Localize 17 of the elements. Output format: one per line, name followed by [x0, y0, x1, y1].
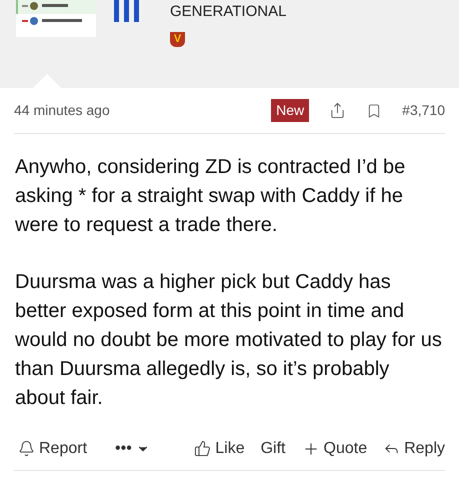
post-number-link[interactable]: #3,710 [402, 100, 445, 121]
more-menu-button[interactable]: ••• [115, 436, 150, 460]
report-button[interactable]: Report [18, 436, 88, 460]
post-paragraph: Duursma was a higher pick but Caddy has better exposed form at this point in time and would no doubt be more motivated to play for us than Duursma allegedly is, so it’s probably about fair. [15, 270, 443, 411]
post-time: 44 minutes ago [14, 101, 111, 120]
new-label: New [271, 99, 310, 122]
user-title: GENERATIONAL [170, 2, 286, 22]
gift-button[interactable]: Gift [260, 436, 286, 460]
rank-badge: V [170, 32, 185, 46]
reply-button[interactable]: Reply [383, 436, 445, 460]
post-paragraph: Anywho, considering ZD is contracted I’d be asking * for a straight swap with Caddy if he were to request a trade there. [15, 155, 406, 238]
share-button[interactable] [329, 102, 346, 119]
quote-button[interactable]: Quote [302, 436, 368, 460]
like-button[interactable]: Like [194, 436, 245, 460]
thumbs-up-icon [194, 440, 212, 457]
bell-icon [18, 440, 35, 457]
share-icon [329, 102, 346, 119]
